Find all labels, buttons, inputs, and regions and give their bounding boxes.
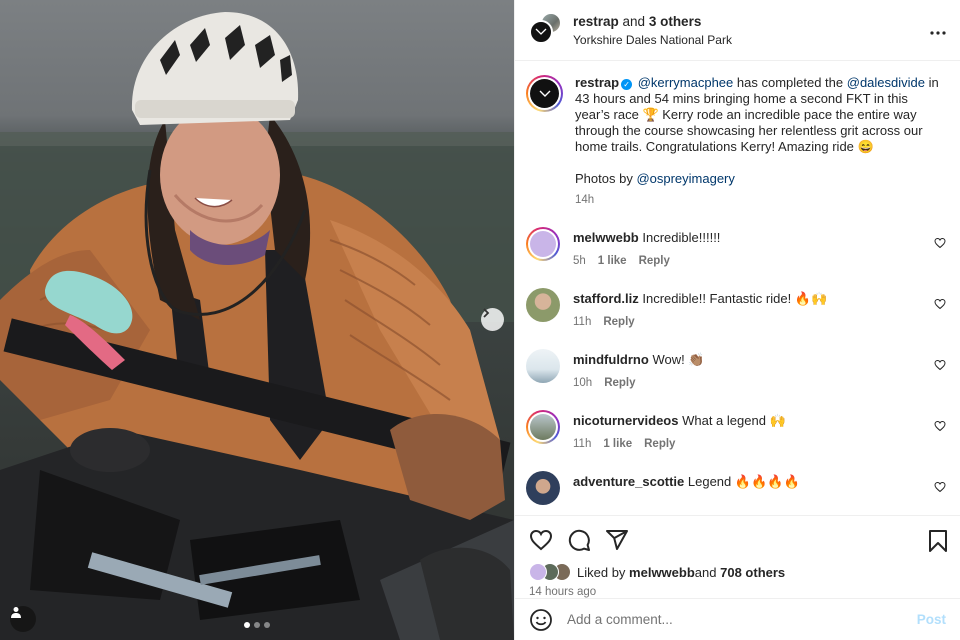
comment-item: adventure_scottie Legend 🔥🔥🔥🔥 xyxy=(526,471,946,505)
restrap-logo-icon xyxy=(539,90,550,97)
heart-icon[interactable] xyxy=(934,481,946,493)
avatar xyxy=(529,563,547,581)
next-photo-button[interactable] xyxy=(481,308,504,331)
avatar[interactable] xyxy=(526,349,560,383)
heart-icon[interactable] xyxy=(934,298,946,310)
avatar xyxy=(530,79,559,108)
account-name[interactable]: restrap xyxy=(573,14,619,29)
likes-summary[interactable]: Liked by melwwebb and 708 others xyxy=(529,563,946,581)
carousel-indicator xyxy=(244,622,270,628)
caption-segment: has completed the xyxy=(733,75,847,90)
heart-icon[interactable] xyxy=(934,420,946,432)
bookmark-icon[interactable] xyxy=(928,530,948,552)
comment-item: stafford.liz Incredible!! Fantastic ride… xyxy=(526,288,946,328)
reply-button[interactable]: Reply xyxy=(639,255,670,267)
collab-title[interactable]: restrap and 3 others xyxy=(573,14,732,29)
post-comment-button[interactable]: Post xyxy=(917,612,946,627)
avatar xyxy=(529,20,553,44)
comment-likes[interactable]: 1 like xyxy=(603,438,632,450)
mention-link[interactable]: @ospreyimagery xyxy=(636,171,734,186)
restrap-logo-icon xyxy=(535,28,547,35)
share-icon[interactable] xyxy=(605,528,629,552)
comment-text: What a legend 🙌 xyxy=(682,413,786,428)
post-details-panel: restrap and 3 others Yorkshire Dales Nat… xyxy=(514,0,960,640)
comment-username[interactable]: stafford.liz xyxy=(573,291,639,306)
avatar[interactable] xyxy=(526,471,560,505)
more-icon xyxy=(930,31,946,35)
comment-time[interactable]: 10h xyxy=(573,377,592,389)
comments-scroll-area[interactable]: restrap ✓ @kerrymacphee has completed the… xyxy=(515,61,960,515)
cyclist-photo-illustration xyxy=(0,12,514,640)
likes-middle: and xyxy=(694,564,717,580)
comment-text: Incredible!! Fantastic ride! 🔥🙌 xyxy=(642,291,828,306)
caption-text: restrap ✓ @kerrymacphee has completed the… xyxy=(575,75,945,155)
post-timestamp[interactable]: 14 hours ago xyxy=(529,586,946,598)
heart-icon[interactable] xyxy=(529,528,553,552)
post-photo[interactable] xyxy=(0,0,514,640)
user-tag-button[interactable] xyxy=(10,606,36,632)
comment-time[interactable]: 11h xyxy=(573,438,591,450)
comment-item: nicoturnervideos What a legend 🙌 11h 1 l… xyxy=(526,410,946,450)
collab-connector: and xyxy=(618,13,649,29)
heart-icon[interactable] xyxy=(934,359,946,371)
caption: restrap ✓ @kerrymacphee has completed the… xyxy=(526,75,946,206)
comment-text: Legend 🔥🔥🔥🔥 xyxy=(687,474,800,489)
comment-username[interactable]: nicoturnervideos xyxy=(573,413,678,428)
comment-icon[interactable] xyxy=(567,528,591,552)
collab-avatars[interactable] xyxy=(529,12,562,46)
story-ring[interactable] xyxy=(526,75,563,112)
post-header: restrap and 3 others Yorkshire Dales Nat… xyxy=(515,0,960,61)
story-ring[interactable] xyxy=(526,227,560,261)
add-comment-bar: Add a comment... Post xyxy=(515,598,960,640)
comment-time[interactable]: 11h xyxy=(573,316,591,328)
comment-text: Wow! 👏🏽 xyxy=(652,352,705,367)
likes-others[interactable]: 708 others xyxy=(720,565,785,580)
comment-time[interactable]: 5h xyxy=(573,255,586,267)
reply-button[interactable]: Reply xyxy=(644,438,675,450)
user-tag-icon xyxy=(11,607,21,618)
comment-text: Incredible!!!!!! xyxy=(642,230,721,245)
mention-link[interactable]: @kerrymacphee xyxy=(638,75,734,90)
post-actions: Liked by melwwebb and 708 others 14 hour… xyxy=(515,515,960,640)
carousel-dot xyxy=(264,622,270,628)
caption-timestamp[interactable]: 14h xyxy=(575,194,945,206)
verified-badge-icon: ✓ xyxy=(621,79,633,90)
comment-username[interactable]: mindfuldrno xyxy=(573,352,649,367)
emoji-icon[interactable] xyxy=(529,608,553,632)
collab-others[interactable]: 3 others xyxy=(649,14,702,29)
avatar xyxy=(530,414,556,440)
comment-input[interactable]: Add a comment... xyxy=(567,612,917,627)
carousel-dot xyxy=(244,622,250,628)
photo-credit: Photos by @ospreyimagery xyxy=(575,171,945,186)
more-options-button[interactable] xyxy=(930,20,946,38)
reply-button[interactable]: Reply xyxy=(604,377,635,389)
location-link[interactable]: Yorkshire Dales National Park xyxy=(573,33,732,47)
likes-user[interactable]: melwwebb xyxy=(629,565,695,580)
photo-credit-prefix: Photos by xyxy=(575,171,637,186)
heart-icon[interactable] xyxy=(934,237,946,249)
reply-button[interactable]: Reply xyxy=(603,316,634,328)
comment-username[interactable]: adventure_scottie xyxy=(573,474,684,489)
story-ring[interactable] xyxy=(526,410,560,444)
carousel-dot xyxy=(254,622,260,628)
likes-prefix: Liked by xyxy=(577,564,626,580)
mention-link[interactable]: @dalesdivide xyxy=(847,75,925,90)
avatar[interactable] xyxy=(526,288,560,322)
chevron-right-icon xyxy=(483,308,490,318)
comment-item: melwwebb Incredible!!!!!! 5h 1 like Repl… xyxy=(526,227,946,267)
caption-username[interactable]: restrap xyxy=(575,75,619,90)
avatar xyxy=(530,231,556,257)
comment-item: mindfuldrno Wow! 👏🏽 10h Reply xyxy=(526,349,946,389)
liker-avatars xyxy=(529,563,571,581)
comment-username[interactable]: melwwebb xyxy=(573,230,639,245)
instagram-post-view: restrap and 3 others Yorkshire Dales Nat… xyxy=(0,0,960,640)
comment-likes[interactable]: 1 like xyxy=(598,255,627,267)
